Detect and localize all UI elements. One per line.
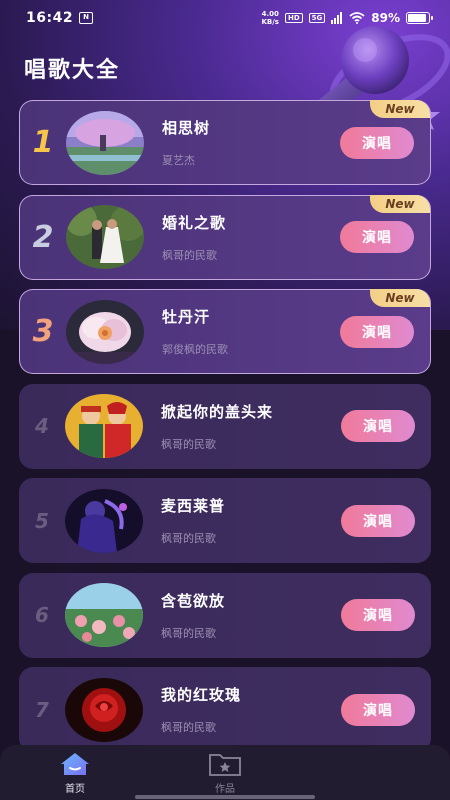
nav-item-home[interactable]: 首页 xyxy=(0,745,150,800)
rank-number: 7 xyxy=(35,697,49,722)
song-artist: 枫哥的民歌 xyxy=(161,626,216,640)
song-card[interactable]: 3 牡丹汗 郭俊枫的民歌 演唱 New xyxy=(19,289,431,374)
song-card[interactable]: 7 我的红玫瑰 枫哥的民歌 演唱 xyxy=(19,667,431,752)
song-card[interactable]: 1 相思树 夏艺杰 演唱 New xyxy=(19,100,431,185)
rank-number: 4 xyxy=(35,414,49,438)
sing-button[interactable]: 演唱 xyxy=(340,315,414,348)
song-title: 婚礼之歌 xyxy=(162,213,227,232)
song-artist: 枫哥的民歌 xyxy=(161,721,216,734)
song-artist: 枫哥的民歌 xyxy=(162,248,217,262)
song-artist: 枫哥的民歌 xyxy=(161,437,216,451)
rank-number: 2 xyxy=(32,219,54,255)
new-badge: New xyxy=(370,100,430,118)
status-time: 16:42 xyxy=(26,10,74,26)
rank-number: 5 xyxy=(35,508,49,533)
song-title: 含苞欲放 xyxy=(161,591,226,610)
song-cover-image xyxy=(66,205,144,269)
rank-number: 3 xyxy=(32,314,54,349)
song-card[interactable]: 4 掀起你的盖头来 枫哥的民歌 演唱 xyxy=(19,383,431,469)
nav-item-works[interactable]: 作品 xyxy=(150,745,300,800)
network-speed: 4.00 KB/s xyxy=(261,10,279,26)
sing-button[interactable]: 演唱 xyxy=(341,504,415,537)
song-artist: 枫哥的民歌 xyxy=(161,532,216,545)
song-title: 掀起你的盖头来 xyxy=(161,402,274,421)
notification-app-icon: N xyxy=(79,12,94,24)
rank-number: 6 xyxy=(35,603,49,627)
home-icon xyxy=(61,753,89,775)
home-indicator xyxy=(135,795,315,799)
song-title: 我的红玫瑰 xyxy=(161,686,242,704)
song-card[interactable]: 5 麦西莱普 枫哥的民歌 演唱 xyxy=(19,478,431,563)
song-cover-image xyxy=(65,394,143,458)
folder-star-icon xyxy=(209,754,241,776)
song-card[interactable]: 6 含苞欲放 枫哥的民歌 演唱 xyxy=(19,572,431,658)
song-cover-image xyxy=(66,299,144,364)
song-cover-image xyxy=(66,110,144,175)
sing-button[interactable]: 演唱 xyxy=(341,410,415,442)
song-card[interactable]: 2 婚礼之歌 枫哥的民歌 演唱 New xyxy=(19,194,431,280)
song-cover-image xyxy=(65,583,143,647)
sing-button[interactable]: 演唱 xyxy=(341,693,415,726)
nav-label-home: 首页 xyxy=(65,784,85,795)
sing-button[interactable]: 演唱 xyxy=(340,221,414,253)
new-badge: New xyxy=(370,289,430,307)
rank-number: 1 xyxy=(32,125,54,160)
song-title: 牡丹汗 xyxy=(162,308,211,326)
nav-label-works: 作品 xyxy=(215,784,235,795)
sing-button[interactable]: 演唱 xyxy=(341,599,415,631)
sing-button[interactable]: 演唱 xyxy=(340,126,414,159)
song-list: 1 相思树 夏艺杰 演唱 New 2 婚礼之歌 枫哥的民歌 演唱 New 3 牡… xyxy=(19,100,431,762)
new-badge: New xyxy=(370,194,430,213)
song-title: 麦西莱普 xyxy=(161,497,226,515)
song-cover-image xyxy=(65,677,143,742)
song-artist: 夏艺杰 xyxy=(162,154,195,167)
bottom-nav: 首页 作品 xyxy=(0,745,450,800)
song-cover-image xyxy=(65,488,143,553)
song-artist: 郭俊枫的民歌 xyxy=(162,343,228,356)
page-title: 唱歌大全 xyxy=(24,58,121,83)
song-title: 相思树 xyxy=(162,119,211,137)
